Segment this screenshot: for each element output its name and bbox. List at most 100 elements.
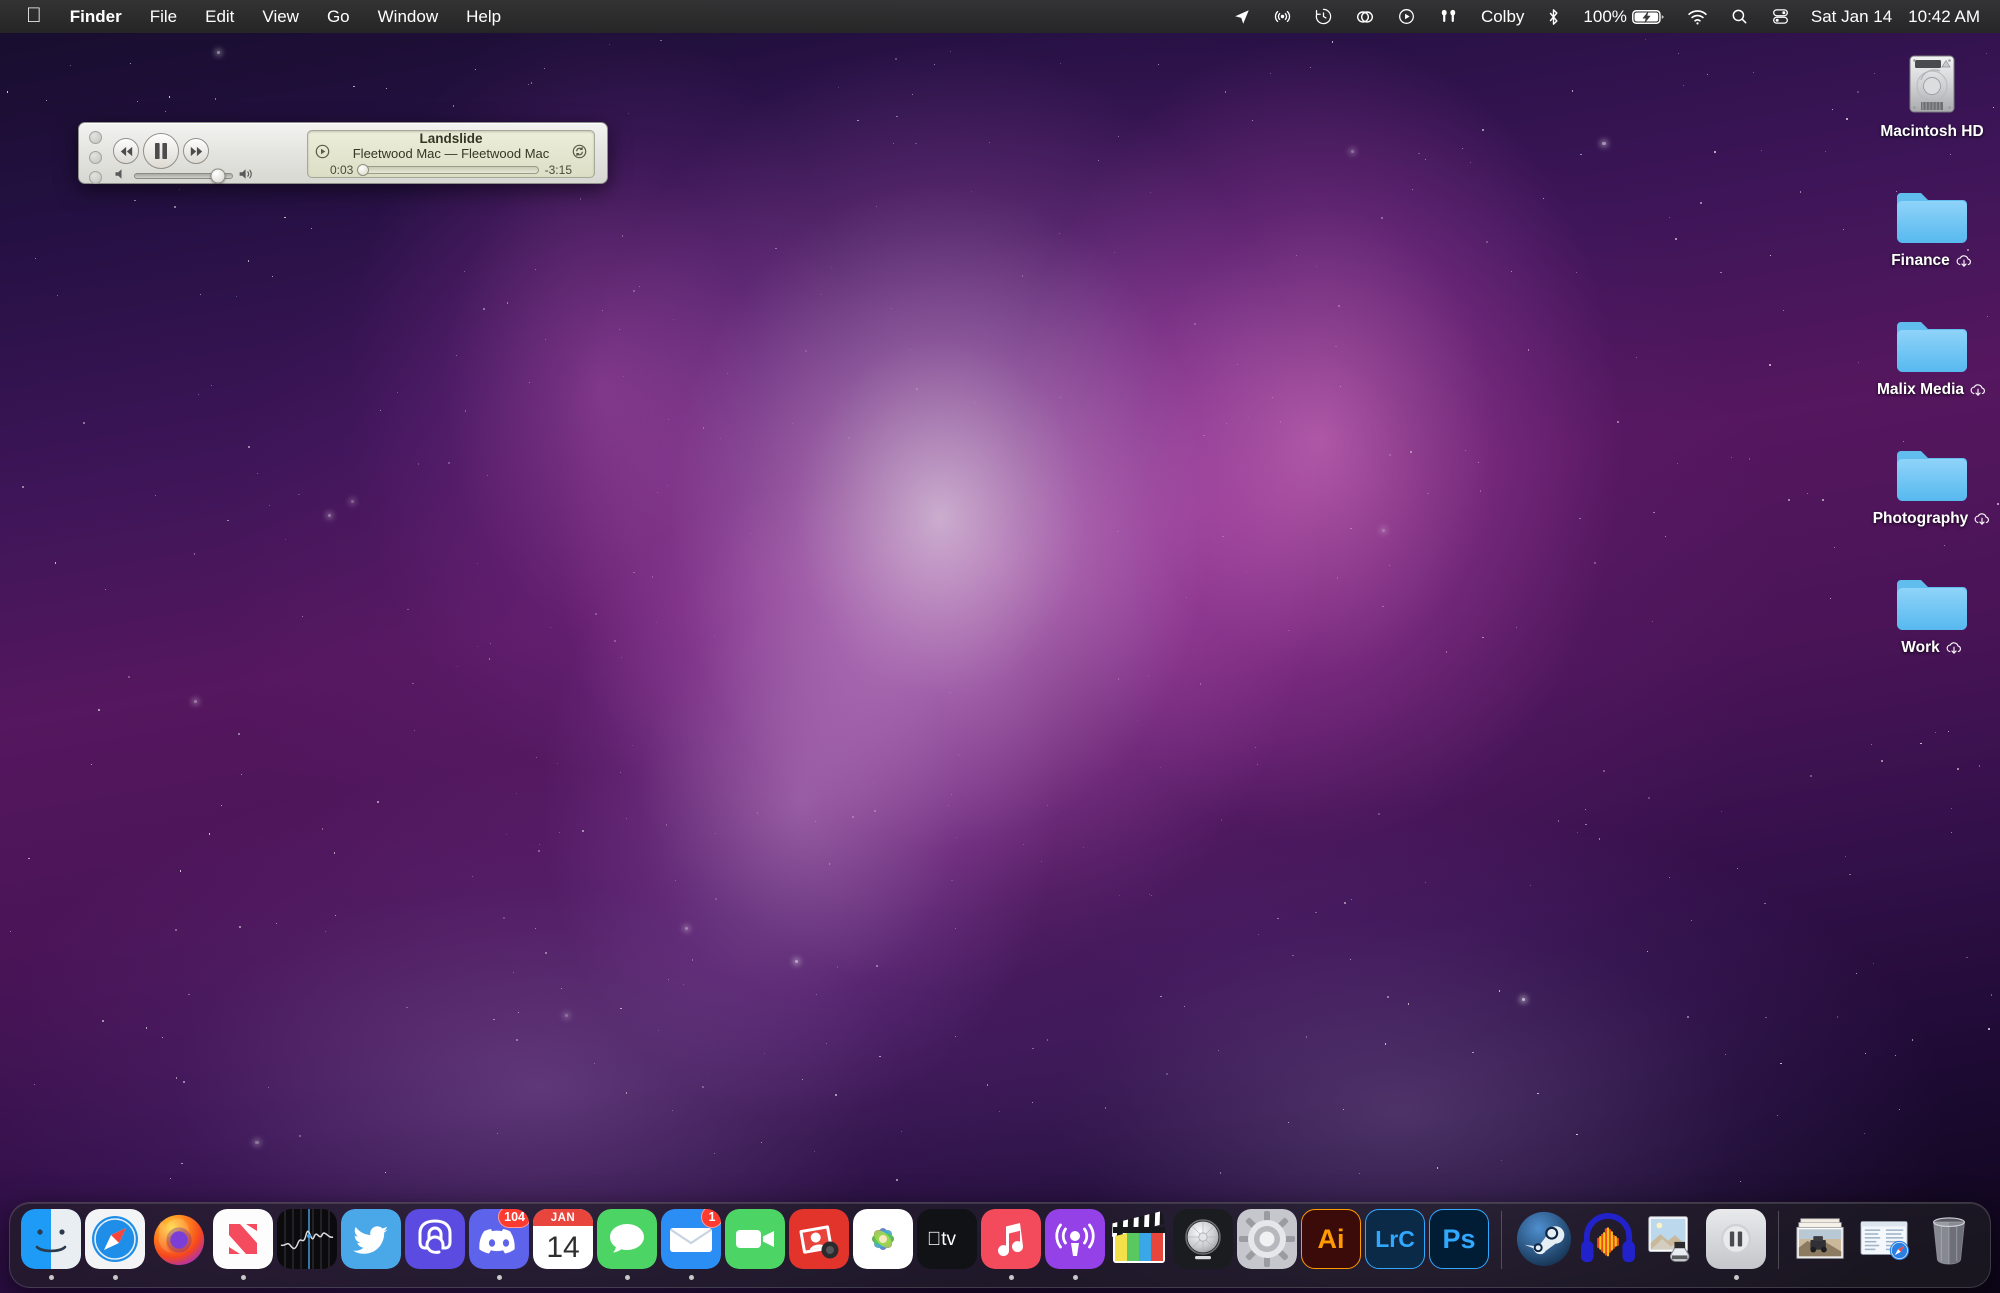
menu-item-view[interactable]: View: [248, 0, 313, 33]
scrubber-track[interactable]: [357, 164, 539, 176]
dock-item-news[interactable]: [212, 1209, 274, 1280]
dock-item-photoshop[interactable]: Ps: [1428, 1209, 1490, 1280]
menu-item-file[interactable]: File: [136, 0, 191, 33]
trash-icon[interactable]: [1919, 1209, 1979, 1269]
apple-logo-icon[interactable]: : [12, 0, 56, 35]
preview-icon[interactable]: [1642, 1209, 1702, 1269]
photos-icon[interactable]: [853, 1209, 913, 1269]
news-icon[interactable]: [213, 1209, 273, 1269]
dock-item-preview[interactable]: [1641, 1209, 1703, 1280]
desktop-icon-malix-media[interactable]: Malix Media: [1872, 292, 1992, 399]
dock[interactable]: 104 JAN 14 1 tv Ai LrC Ps: [9, 1202, 1991, 1288]
airplay-icon[interactable]: [315, 144, 330, 164]
mastodon-icon[interactable]: [405, 1209, 465, 1269]
creative-cloud-icon[interactable]: [1344, 0, 1386, 33]
dock-item-steam[interactable]: [1513, 1209, 1575, 1280]
dock-item-pictures-stack[interactable]: [1790, 1209, 1852, 1280]
dock-item-illustrator[interactable]: Ai: [1300, 1209, 1362, 1280]
search-icon[interactable]: [1719, 0, 1760, 33]
dock-item-final-cut-pro[interactable]: [1108, 1209, 1170, 1280]
pictures-stack-icon[interactable]: [1791, 1209, 1851, 1269]
control-center-icon[interactable]: [1760, 0, 1801, 33]
menu-bar-date[interactable]: Sat Jan 14: [1801, 7, 1898, 27]
menu-item-window[interactable]: Window: [364, 0, 452, 33]
dock-item-apple-tv[interactable]: tv: [916, 1209, 978, 1280]
pause-icon[interactable]: [143, 133, 179, 169]
dock-item-trash[interactable]: [1918, 1209, 1980, 1280]
dock-item-pause[interactable]: [1705, 1209, 1767, 1280]
itunes-mini-player-window[interactable]: Landslide Fleetwood Mac — Fleetwood Mac …: [78, 122, 608, 184]
desktop[interactable]:  Finder File Edit View Go Window Help: [0, 0, 2000, 1293]
discord-icon[interactable]: 104: [469, 1209, 529, 1269]
dock-item-safari[interactable]: [84, 1209, 146, 1280]
desktop-icon-photography[interactable]: Photography: [1872, 421, 1992, 528]
dock-item-twitter[interactable]: [340, 1209, 402, 1280]
dock-item-logic-pro[interactable]: [1172, 1209, 1234, 1280]
location-arrow-icon[interactable]: [1222, 0, 1262, 33]
airplay-audio-icon[interactable]: [1262, 0, 1303, 33]
pause-app-icon[interactable]: [1706, 1209, 1766, 1269]
calendar-icon[interactable]: JAN 14: [533, 1209, 593, 1269]
menu-bar-time[interactable]: 10:42 AM: [1898, 7, 1986, 27]
dock-item-mastodon[interactable]: [404, 1209, 466, 1280]
system-settings-icon[interactable]: [1237, 1209, 1297, 1269]
dock-item-facetime[interactable]: [724, 1209, 786, 1280]
dock-item-photos[interactable]: [852, 1209, 914, 1280]
music-icon[interactable]: [981, 1209, 1041, 1269]
volume-slider-knob[interactable]: [210, 168, 226, 184]
stocks-icon[interactable]: [277, 1209, 337, 1269]
dock-item-music[interactable]: [980, 1209, 1042, 1280]
menu-item-edit[interactable]: Edit: [191, 0, 248, 33]
photo-booth-icon[interactable]: [789, 1209, 849, 1269]
twitter-icon[interactable]: [341, 1209, 401, 1269]
repeat-icon[interactable]: [572, 144, 587, 164]
rewind-icon[interactable]: [113, 138, 139, 164]
scrubber-row[interactable]: 0:03 -3:15: [330, 163, 572, 177]
volume-slider-row[interactable]: [115, 167, 255, 185]
desktop-icon-work[interactable]: Work: [1872, 550, 1992, 657]
dock-item-messages[interactable]: [596, 1209, 658, 1280]
minimize-button[interactable]: [89, 151, 102, 164]
desktop-icon-macintosh-hd[interactable]: Macintosh HD: [1872, 34, 1992, 141]
lightroom-classic-icon[interactable]: LrC: [1365, 1209, 1425, 1269]
volume-slider-track[interactable]: [134, 168, 233, 184]
dock-item-finder[interactable]: [20, 1209, 82, 1280]
bluetooth-icon[interactable]: [1535, 0, 1572, 33]
podcasts-icon[interactable]: [1045, 1209, 1105, 1269]
photoshop-icon[interactable]: Ps: [1429, 1209, 1489, 1269]
battery-charging-icon[interactable]: [1631, 0, 1676, 33]
messages-icon[interactable]: [597, 1209, 657, 1269]
dock-item-photo-booth[interactable]: [788, 1209, 850, 1280]
menu-bar[interactable]:  Finder File Edit View Go Window Help: [0, 0, 2000, 33]
dock-item-firefox[interactable]: [148, 1209, 210, 1280]
logic-pro-icon[interactable]: [1173, 1209, 1233, 1269]
dock-item-stocks[interactable]: [276, 1209, 338, 1280]
mini-player-display[interactable]: Landslide Fleetwood Mac — Fleetwood Mac …: [307, 130, 595, 178]
menu-bar-user-name[interactable]: Colby: [1470, 0, 1535, 33]
dock-item-downloads-stack[interactable]: [1854, 1209, 1916, 1280]
downloads-stack-icon[interactable]: [1855, 1209, 1915, 1269]
illustrator-icon[interactable]: Ai: [1301, 1209, 1361, 1269]
dock-item-calendar[interactable]: JAN 14: [532, 1209, 594, 1280]
airpods-icon[interactable]: [1427, 0, 1470, 33]
dock-item-lightroom-classic[interactable]: LrC: [1364, 1209, 1426, 1280]
apple-tv-icon[interactable]: tv: [917, 1209, 977, 1269]
scrubber-knob[interactable]: [357, 164, 370, 176]
audacity-icon[interactable]: [1578, 1209, 1638, 1269]
mail-icon[interactable]: 1: [661, 1209, 721, 1269]
fast-forward-icon[interactable]: [183, 138, 209, 164]
dock-item-system-settings[interactable]: [1236, 1209, 1298, 1280]
desktop-icon-finance[interactable]: Finance: [1872, 163, 1992, 270]
firefox-icon[interactable]: [149, 1209, 209, 1269]
safari-icon[interactable]: [85, 1209, 145, 1269]
dock-item-discord[interactable]: 104: [468, 1209, 530, 1280]
now-playing-icon[interactable]: [1386, 0, 1427, 33]
dock-item-audacity[interactable]: [1577, 1209, 1639, 1280]
close-button[interactable]: [89, 131, 102, 144]
dock-item-podcasts[interactable]: [1044, 1209, 1106, 1280]
steam-icon[interactable]: [1514, 1209, 1574, 1269]
time-machine-icon[interactable]: [1303, 0, 1344, 33]
dock-item-mail[interactable]: 1: [660, 1209, 722, 1280]
menu-item-help[interactable]: Help: [452, 0, 515, 33]
finder-icon[interactable]: [21, 1209, 81, 1269]
